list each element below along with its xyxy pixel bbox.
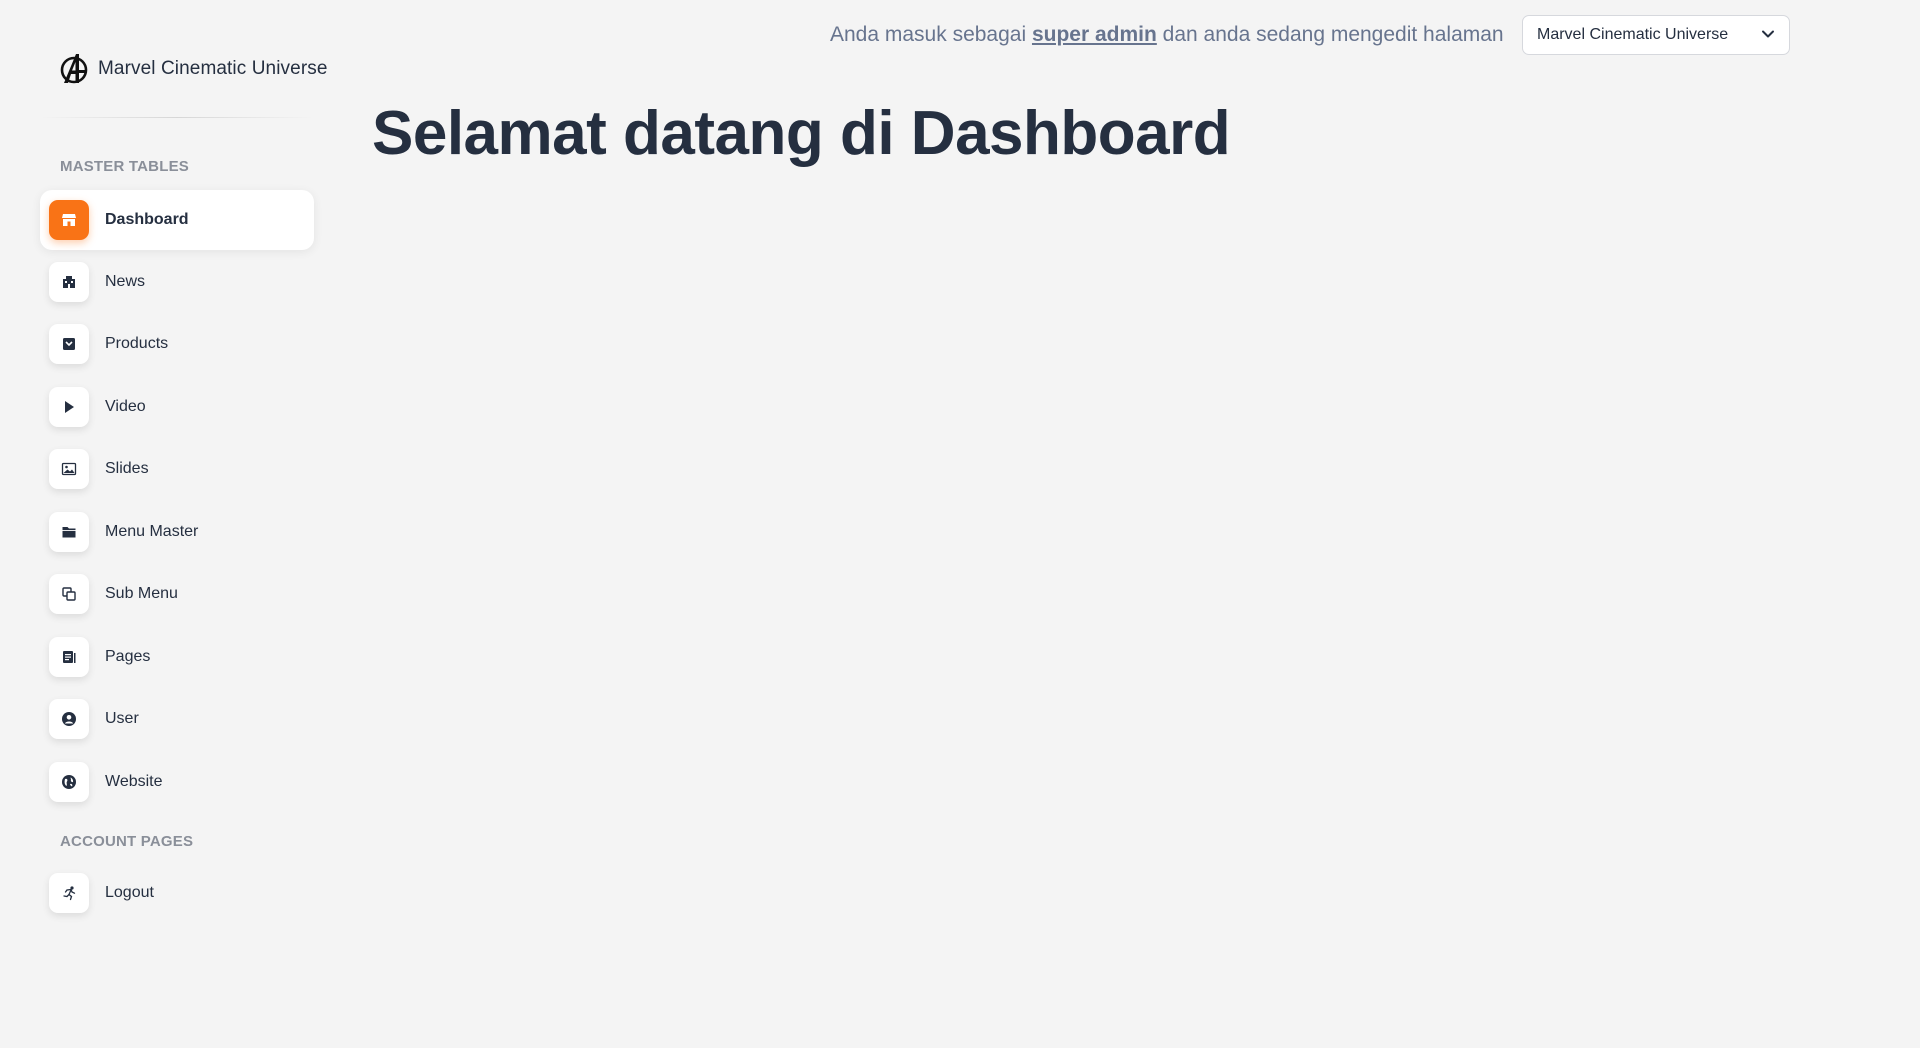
page-title: Selamat datang di Dashboard — [372, 99, 1231, 168]
site-select-value: Marvel Cinematic Universe — [1537, 26, 1729, 43]
avengers-logo-icon — [58, 51, 90, 87]
office-building-icon — [49, 262, 89, 302]
shop-icon — [49, 200, 89, 240]
sidebar-item-sub-menu[interactable]: Sub Menu — [40, 564, 314, 624]
sidebar-divider — [40, 117, 314, 118]
login-prefix: Anda masuk sebagai — [830, 23, 1032, 46]
sidebar-item-website[interactable]: Website — [40, 752, 314, 812]
play-icon — [49, 387, 89, 427]
section-title-account-pages: ACCOUNT PAGES — [60, 833, 194, 850]
section-title-master-tables: MASTER TABLES — [60, 158, 189, 175]
sidebar-item-menu-master[interactable]: Menu Master — [40, 502, 314, 562]
sidebar-item-slides[interactable]: Slides — [40, 439, 314, 499]
sidebar-item-label: User — [105, 710, 139, 727]
folder-icon — [49, 512, 89, 552]
image-icon — [49, 449, 89, 489]
sidebar-item-video[interactable]: Video — [40, 377, 314, 437]
sidebar-item-news[interactable]: News — [40, 252, 314, 312]
running-person-icon — [49, 873, 89, 913]
box-icon — [49, 324, 89, 364]
sidebar-item-logout[interactable]: Logout — [40, 863, 314, 923]
login-info-text: Anda masuk sebagai super admin dan anda … — [830, 23, 1504, 47]
copy-icon — [49, 574, 89, 614]
sidebar: Marvel Cinematic Universe MASTER TABLES … — [0, 0, 330, 1048]
sidebar-item-label: Website — [105, 773, 163, 790]
role-link[interactable]: super admin — [1032, 23, 1157, 46]
sidebar-item-label: Sub Menu — [105, 585, 178, 602]
sidebar-item-label: News — [105, 273, 146, 290]
login-suffix: dan anda sedang mengedit halaman — [1156, 23, 1504, 46]
user-circle-icon — [49, 699, 89, 739]
brand-link[interactable]: Marvel Cinematic Universe — [58, 51, 328, 87]
document-icon — [49, 637, 89, 677]
sidebar-item-dashboard[interactable]: Dashboard — [40, 190, 314, 250]
sidebar-item-user[interactable]: User — [40, 689, 314, 749]
login-info: Anda masuk sebagai super admin dan anda … — [830, 15, 1504, 55]
sidebar-item-label: Pages — [105, 648, 151, 665]
globe-icon — [49, 762, 89, 802]
brand-name: Marvel Cinematic Universe — [98, 58, 328, 79]
sidebar-item-label: Slides — [105, 460, 149, 477]
sidebar-item-label: Video — [105, 398, 146, 415]
sidebar-item-label: Logout — [105, 884, 154, 901]
chevron-down-icon — [1761, 26, 1775, 44]
sidebar-item-label: Dashboard — [105, 211, 189, 228]
sidebar-item-label: Products — [105, 335, 169, 352]
sidebar-item-products[interactable]: Products — [40, 314, 314, 374]
sidebar-item-label: Menu Master — [105, 523, 199, 540]
sidebar-item-pages[interactable]: Pages — [40, 627, 314, 687]
site-select[interactable]: Marvel Cinematic Universe — [1522, 15, 1790, 55]
